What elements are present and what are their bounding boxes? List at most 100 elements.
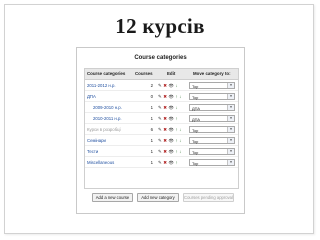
edit-actions: ✎ ✖ 👁 ↓	[158, 83, 178, 89]
visibility-icon[interactable]: 👁	[168, 127, 174, 132]
visibility-icon[interactable]: 👁	[168, 105, 174, 110]
move-category-select[interactable]: ДПА ▾	[189, 104, 235, 111]
visibility-icon[interactable]: 👁	[168, 94, 174, 99]
move-up-icon[interactable]: ↑	[176, 138, 178, 143]
category-link[interactable]: Курси в розробці	[87, 127, 121, 132]
table-row: Курси в розробці 6 ✎ ✖ 👁 ↑ ↓ Top ▾	[85, 124, 238, 135]
delete-icon[interactable]: ✖	[163, 83, 167, 88]
delete-icon[interactable]: ✖	[163, 160, 167, 165]
course-count: 1	[150, 105, 153, 110]
chevron-down-icon: ▾	[227, 149, 234, 154]
chevron-down-icon: ▾	[227, 105, 234, 110]
chevron-down-icon: ▾	[227, 94, 234, 99]
delete-icon[interactable]: ✖	[163, 105, 167, 110]
move-down-icon[interactable]: ↓	[179, 149, 181, 154]
visibility-icon[interactable]: 👁	[168, 138, 174, 143]
edit-actions: ✎ ✖ 👁 ↑ ↓	[158, 149, 182, 155]
edit-icon[interactable]: ✎	[158, 149, 162, 154]
course-count: 2	[150, 83, 153, 88]
edit-actions: ✎ ✖ 👁 ↓	[158, 105, 178, 111]
edit-icon[interactable]: ✎	[158, 116, 162, 121]
delete-icon[interactable]: ✖	[163, 149, 167, 154]
visibility-icon[interactable]: 👁	[168, 149, 174, 154]
move-category-value: Top	[192, 83, 199, 89]
header-course-categories: Course categories	[87, 71, 126, 76]
move-category-value: Top	[192, 94, 199, 100]
edit-actions: ✎ ✖ 👁 ↑	[158, 160, 178, 166]
move-category-select[interactable]: Top ▾	[189, 159, 235, 166]
add-new-category-button[interactable]: Add new category	[137, 193, 179, 202]
move-category-select[interactable]: Top ▾	[189, 126, 235, 133]
category-link[interactable]: 2009-2010 н.р.	[93, 105, 122, 110]
slide-title: 12 курсів	[115, 14, 205, 38]
move-category-select[interactable]: Top ▾	[189, 137, 235, 144]
courses-pending-approval-button: Courses pending approval	[183, 193, 234, 202]
category-link[interactable]: ДПА	[87, 94, 96, 99]
visibility-icon[interactable]: 👁	[168, 116, 174, 121]
move-down-icon[interactable]: ↓	[179, 138, 181, 143]
visibility-icon[interactable]: 👁	[168, 160, 174, 165]
edit-icon[interactable]: ✎	[158, 127, 162, 132]
edit-actions: ✎ ✖ 👁 ↑	[158, 116, 178, 122]
delete-icon[interactable]: ✖	[163, 94, 167, 99]
move-category-value: Top	[192, 149, 199, 155]
move-category-select[interactable]: Top ▾	[189, 93, 235, 100]
chevron-down-icon: ▾	[227, 127, 234, 132]
move-category-select[interactable]: ДПА ▾	[189, 115, 235, 122]
move-category-value: ДПА	[192, 105, 201, 111]
table-row: ДПА 0 ✎ ✖ 👁 ↑ ↓ Top ▾	[85, 91, 238, 102]
move-category-value: Top	[192, 160, 199, 166]
edit-icon[interactable]: ✎	[158, 105, 162, 110]
header-courses: Courses	[135, 71, 153, 76]
header-edit: Edit	[167, 71, 176, 76]
category-link[interactable]: Семінари	[87, 138, 106, 143]
move-up-icon[interactable]: ↑	[176, 160, 178, 165]
header-move-category-to: Move category to:	[193, 71, 231, 76]
table-row: Miscellaneous 1 ✎ ✖ 👁 ↑ Top ▾	[85, 157, 238, 168]
course-count: 1	[150, 138, 153, 143]
table-row: Семінари 1 ✎ ✖ 👁 ↑ ↓ Top ▾	[85, 135, 238, 146]
move-down-icon[interactable]: ↓	[176, 83, 178, 88]
course-count: 1	[150, 149, 153, 154]
page-title: Course categories	[134, 55, 187, 61]
categories-table: Course categories Courses Edit Move cate…	[84, 68, 239, 189]
chevron-down-icon: ▾	[227, 83, 234, 88]
table-header: Course categories Courses Edit Move cate…	[85, 69, 238, 80]
edit-icon[interactable]: ✎	[158, 138, 162, 143]
move-up-icon[interactable]: ↑	[176, 149, 178, 154]
chevron-down-icon: ▾	[227, 138, 234, 143]
move-up-icon[interactable]: ↑	[176, 116, 178, 121]
table-row: Тести 1 ✎ ✖ 👁 ↑ ↓ Top ▾	[85, 146, 238, 157]
delete-icon[interactable]: ✖	[163, 127, 167, 132]
category-link[interactable]: 2011-2012 н.р.	[87, 83, 116, 88]
move-down-icon[interactable]: ↓	[179, 94, 181, 99]
move-up-icon[interactable]: ↑	[176, 127, 178, 132]
edit-icon[interactable]: ✎	[158, 94, 162, 99]
move-down-icon[interactable]: ↓	[179, 127, 181, 132]
category-link[interactable]: 2010-2011 н.р.	[93, 116, 122, 121]
course-count: 0	[150, 94, 153, 99]
move-category-select[interactable]: Top ▾	[189, 148, 235, 155]
table-row: 2011-2012 н.р. 2 ✎ ✖ 👁 ↓ Top ▾	[85, 80, 238, 91]
delete-icon[interactable]: ✖	[163, 138, 167, 143]
move-category-value: Top	[192, 138, 199, 144]
edit-icon[interactable]: ✎	[158, 83, 162, 88]
add-new-course-button[interactable]: Add a new course	[92, 193, 133, 202]
move-category-select[interactable]: Top ▾	[189, 82, 235, 89]
edit-icon[interactable]: ✎	[158, 160, 162, 165]
course-count: 6	[150, 127, 153, 132]
category-link[interactable]: Тести	[87, 149, 98, 154]
table-row: 2010-2011 н.р. 1 ✎ ✖ 👁 ↑ ДПА ▾	[85, 113, 238, 124]
move-up-icon[interactable]: ↑	[176, 94, 178, 99]
course-count: 1	[150, 160, 153, 165]
course-count: 1	[150, 116, 153, 121]
edit-actions: ✎ ✖ 👁 ↑ ↓	[158, 94, 182, 100]
course-categories-screenshot: Course categories Course categories Cour…	[76, 47, 245, 214]
category-link[interactable]: Miscellaneous	[87, 160, 114, 165]
visibility-icon[interactable]: 👁	[168, 83, 174, 88]
move-category-value: ДПА	[192, 116, 201, 122]
edit-actions: ✎ ✖ 👁 ↑ ↓	[158, 138, 182, 144]
move-down-icon[interactable]: ↓	[176, 105, 178, 110]
edit-actions: ✎ ✖ 👁 ↑ ↓	[158, 127, 182, 133]
delete-icon[interactable]: ✖	[163, 116, 167, 121]
